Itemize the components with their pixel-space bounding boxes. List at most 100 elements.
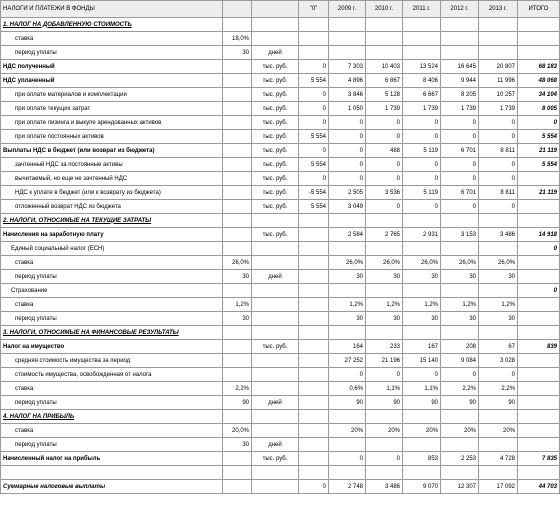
data-cell[interactable]: 0 (365, 157, 403, 172)
data-cell[interactable] (298, 395, 329, 410)
row-label-cell[interactable]: ставка (0, 381, 223, 396)
data-cell[interactable]: 30 (328, 269, 366, 284)
data-cell[interactable] (517, 297, 560, 312)
data-cell[interactable] (222, 143, 252, 158)
data-cell[interactable]: 9 070 (402, 479, 441, 494)
data-cell[interactable] (517, 437, 560, 452)
data-cell[interactable] (222, 129, 252, 144)
data-cell[interactable]: тыс. руб. (251, 199, 299, 214)
data-cell[interactable] (222, 451, 252, 466)
data-cell[interactable]: 4 896 (328, 73, 366, 88)
data-cell[interactable] (222, 17, 252, 32)
data-cell[interactable] (222, 339, 252, 354)
data-cell[interactable]: 0 (402, 157, 441, 172)
data-cell[interactable] (251, 213, 299, 228)
data-cell[interactable] (298, 31, 329, 46)
data-cell[interactable] (365, 465, 403, 480)
data-cell[interactable]: 3 049 (328, 199, 366, 214)
data-cell[interactable] (222, 59, 252, 74)
row-label-cell[interactable]: Выплаты НДС в бюджет (или возврат из бюд… (0, 143, 223, 158)
data-cell[interactable]: 0 (365, 129, 403, 144)
data-cell[interactable]: 4 728 (478, 451, 518, 466)
data-cell[interactable] (402, 283, 441, 298)
data-cell[interactable] (440, 283, 479, 298)
data-cell[interactable]: 1,2% (365, 297, 403, 312)
data-cell[interactable]: 0 (328, 115, 366, 130)
data-cell[interactable] (222, 409, 252, 424)
data-cell[interactable] (517, 45, 560, 60)
data-cell[interactable] (298, 255, 329, 270)
data-cell[interactable] (251, 297, 299, 312)
row-label-cell[interactable]: ставка (0, 255, 223, 270)
data-cell[interactable]: 6 667 (402, 87, 441, 102)
row-label-cell[interactable]: средняя стоимость имущества за период (0, 353, 223, 368)
data-cell[interactable]: 26,0% (478, 255, 518, 270)
row-label-cell[interactable]: вычитаемый, но еще не зачтенный НДС (0, 171, 223, 186)
data-cell[interactable] (222, 87, 252, 102)
data-cell[interactable] (251, 241, 299, 256)
data-cell[interactable] (402, 325, 441, 340)
column-header[interactable]: 2013 г. (478, 0, 518, 18)
data-cell[interactable]: тыс. руб. (251, 185, 299, 200)
data-cell[interactable]: 8 811 (478, 143, 518, 158)
data-cell[interactable] (251, 353, 299, 368)
data-cell[interactable] (517, 213, 560, 228)
data-cell[interactable] (517, 465, 560, 480)
data-cell[interactable]: 3 028 (478, 353, 518, 368)
data-cell[interactable] (402, 409, 441, 424)
data-cell[interactable] (365, 213, 403, 228)
data-cell[interactable] (222, 353, 252, 368)
data-cell[interactable]: 26,0% (365, 255, 403, 270)
data-cell[interactable] (365, 437, 403, 452)
data-cell[interactable] (517, 423, 560, 438)
data-cell[interactable] (251, 465, 299, 480)
data-cell[interactable] (478, 409, 518, 424)
data-cell[interactable]: 9 944 (440, 73, 479, 88)
data-cell[interactable] (222, 367, 252, 382)
data-cell[interactable]: 0 (402, 171, 441, 186)
row-label-cell[interactable]: зачтенный НДС за постоянные активы (0, 157, 223, 172)
data-cell[interactable]: 5 554 (298, 199, 329, 214)
data-cell[interactable]: 30 (222, 437, 252, 452)
data-cell[interactable]: 18,0% (222, 31, 252, 46)
data-cell[interactable]: 0 (402, 199, 441, 214)
data-cell[interactable] (402, 17, 441, 32)
row-label-cell[interactable]: 2. НАЛОГИ, ОТНОСИМЫЕ НА ТЕКУЩИЕ ЗАТРАТЫ (0, 213, 223, 228)
data-cell[interactable]: 0 (440, 171, 479, 186)
data-cell[interactable] (298, 409, 329, 424)
row-label-cell[interactable]: ставка (0, 297, 223, 312)
data-cell[interactable]: 90 (402, 395, 441, 410)
row-label-cell[interactable]: ставка (0, 423, 223, 438)
data-cell[interactable]: 5 554 (517, 157, 560, 172)
data-cell[interactable]: 0 (478, 129, 518, 144)
column-header[interactable]: 2012 г. (440, 0, 479, 18)
row-label-cell[interactable]: при оплате лизинга и выкупе арендованных… (0, 115, 223, 130)
data-cell[interactable]: 1 050 (328, 101, 366, 116)
data-cell[interactable]: тыс. руб. (251, 157, 299, 172)
row-label-cell[interactable]: отложенный возврат НДС из бюджета (0, 199, 223, 214)
data-cell[interactable]: 3 486 (478, 227, 518, 242)
data-cell[interactable] (440, 31, 479, 46)
data-cell[interactable]: 26,0% (402, 255, 441, 270)
data-cell[interactable] (251, 423, 299, 438)
data-cell[interactable]: 0 (298, 87, 329, 102)
data-cell[interactable]: 1,2% (478, 297, 518, 312)
data-cell[interactable] (478, 241, 518, 256)
data-cell[interactable]: 8 005 (517, 101, 560, 116)
data-cell[interactable] (478, 283, 518, 298)
data-cell[interactable]: 0 (328, 157, 366, 172)
data-cell[interactable] (517, 255, 560, 270)
data-cell[interactable]: 30 (402, 269, 441, 284)
data-cell[interactable]: тыс. руб. (251, 171, 299, 186)
data-cell[interactable] (440, 45, 479, 60)
data-cell[interactable]: 0 (517, 283, 560, 298)
data-cell[interactable]: 1,1% (365, 381, 403, 396)
data-cell[interactable]: 6 867 (365, 73, 403, 88)
data-cell[interactable] (478, 17, 518, 32)
data-cell[interactable]: 0 (328, 129, 366, 144)
data-cell[interactable]: 0 (517, 115, 560, 130)
data-cell[interactable] (298, 227, 329, 242)
column-header[interactable]: "0" (298, 0, 329, 18)
data-cell[interactable]: 0 (365, 451, 403, 466)
data-cell[interactable] (328, 437, 366, 452)
